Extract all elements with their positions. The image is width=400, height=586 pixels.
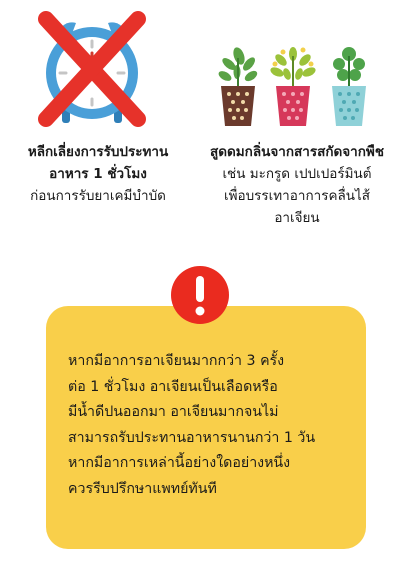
- left-tip-text: หลีกเลี่ยงการรับประทาน อาหาร 1 ชั่วโมง ก…: [0, 141, 196, 207]
- warning-line: หากมีอาการเหล่านี้อย่างใดอย่างหนึ่ง: [68, 455, 291, 472]
- warning-line: ควรรีบปรึกษาแพทย์ทันที: [68, 480, 217, 497]
- exclamation-icon: [171, 266, 229, 324]
- right-tip-title: สูดดมกลิ่นจากสารสกัดจากพืช: [210, 144, 384, 160]
- left-tip-title-line2: อาหาร 1 ชั่วโมง: [49, 166, 147, 182]
- right-tip-line3: เพื่อบรรเทาอาการคลื่นไส้: [223, 188, 371, 204]
- warning-line: หากมีอาการอาเจียนมากกว่า 3 ครั้ง: [68, 353, 285, 369]
- left-tip-subtitle: ก่อนการรับยาเคมีบำบัด: [30, 188, 166, 204]
- right-tip-line4: อาเจียน: [274, 210, 320, 226]
- alarm-clock-crossed-icon: [38, 11, 146, 127]
- left-tip-title-line1: หลีกเลี่ยงการรับประทาน: [27, 144, 169, 160]
- warning-line: สามารถรับประทานอาหารนานกว่า 1 วัน: [68, 429, 316, 446]
- warning-text: หากมีอาการอาเจียนมากกว่า 3 ครั้ง ต่อ 1 ช…: [68, 349, 366, 503]
- right-tip-text: สูดดมกลิ่นจากสารสกัดจากพืช เช่น มะกรูด เ…: [194, 141, 400, 229]
- right-tip-line2: เช่น มะกรูด เปปเปอร์มินต์: [222, 166, 372, 182]
- potted-herbs-icon: [218, 47, 366, 126]
- warning-line: มีน้ำดีปนออกมา อาเจียนมากจนไม่: [68, 404, 279, 421]
- warning-line: ต่อ 1 ชั่วโมง อาเจียนเป็นเลือดหรือ: [68, 378, 278, 395]
